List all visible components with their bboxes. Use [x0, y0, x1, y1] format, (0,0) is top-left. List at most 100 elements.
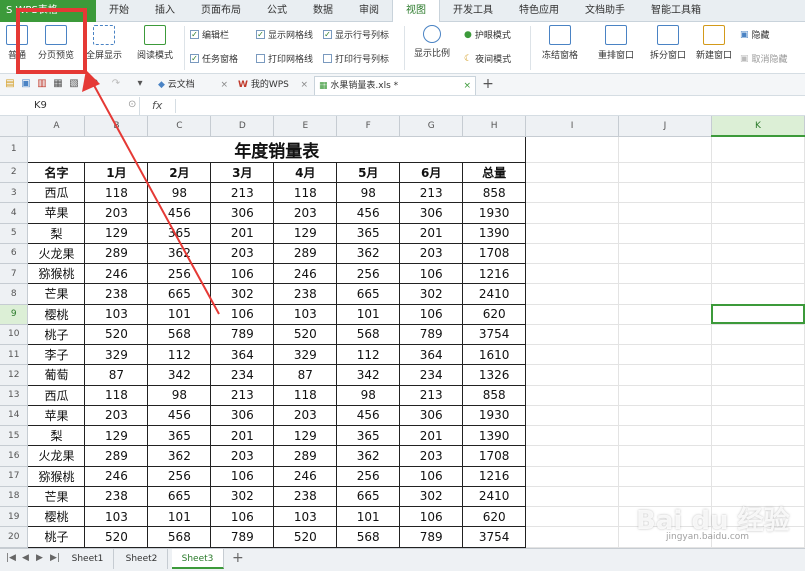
row-header[interactable]: 3	[0, 182, 29, 204]
tab-features[interactable]: 特色应用	[506, 0, 572, 22]
row-header[interactable]: 20	[0, 526, 29, 548]
arrange-windows-button[interactable]: 重排窗口	[590, 25, 642, 61]
value-cell[interactable]: 103	[273, 303, 338, 325]
value-cell[interactable]: 789	[399, 526, 464, 548]
tab-smart-toolbox[interactable]: 智能工具箱	[638, 0, 714, 22]
fruit-name-cell[interactable]: 猕猴桃	[27, 262, 86, 285]
value-cell[interactable]: 456	[336, 404, 401, 427]
eye-protection-button[interactable]: ● 护眼模式	[464, 28, 511, 42]
fruit-name-cell[interactable]: 樱桃	[27, 303, 86, 325]
cell[interactable]	[711, 405, 805, 427]
value-cell[interactable]: 101	[147, 303, 212, 325]
value-cell[interactable]: 362	[147, 242, 212, 265]
reading-mode-button[interactable]: 阅读模式	[130, 25, 180, 61]
value-cell[interactable]: 201	[399, 222, 464, 244]
selected-cell-k9[interactable]	[711, 304, 805, 325]
fruit-name-cell[interactable]: 李子	[27, 343, 86, 366]
row-header[interactable]: 7	[0, 263, 29, 285]
close-icon[interactable]: ×	[220, 76, 228, 94]
value-cell[interactable]: 789	[399, 323, 464, 346]
show-row-col-headers-checkbox[interactable]: ✓ 显示行号列标	[323, 28, 389, 41]
cell[interactable]	[525, 486, 620, 508]
value-cell[interactable]: 568	[147, 323, 212, 346]
value-cell[interactable]: 1708	[462, 445, 527, 467]
value-cell[interactable]: 365	[147, 222, 212, 244]
value-cell[interactable]: 342	[147, 364, 212, 386]
first-sheet-icon[interactable]: |◀	[6, 553, 16, 563]
fruit-name-cell[interactable]: 樱桃	[27, 505, 86, 528]
value-cell[interactable]: 213	[399, 384, 464, 406]
sheet-tab-sheet2[interactable]: Sheet2	[116, 549, 168, 569]
value-cell[interactable]: 101	[336, 303, 401, 325]
cell[interactable]	[711, 263, 805, 285]
column-header-b[interactable]: B	[84, 116, 149, 137]
new-tab-plus-icon[interactable]: +	[482, 77, 494, 91]
value-cell[interactable]: 665	[336, 283, 401, 305]
unhide-window-button[interactable]: ▣ 取消隐藏	[740, 52, 788, 66]
cell[interactable]	[711, 466, 805, 487]
row-header[interactable]: 13	[0, 385, 29, 406]
column-header-g[interactable]: G	[399, 116, 464, 137]
cell[interactable]	[525, 445, 620, 467]
column-label[interactable]: 6月	[399, 161, 464, 184]
value-cell[interactable]: 213	[399, 181, 464, 204]
sheet-title[interactable]: 年度销量表	[27, 136, 527, 163]
fruit-name-cell[interactable]: 火龙果	[27, 242, 86, 265]
column-header-c[interactable]: C	[147, 116, 212, 137]
value-cell[interactable]: 213	[210, 384, 275, 406]
column-header-j[interactable]: J	[618, 116, 712, 137]
value-cell[interactable]: 1216	[462, 465, 527, 487]
value-cell[interactable]: 306	[399, 404, 464, 427]
column-label[interactable]: 总量	[462, 161, 527, 184]
tab-view[interactable]: 视图	[392, 0, 440, 22]
tab-data[interactable]: 数据	[300, 0, 346, 22]
value-cell[interactable]: 1610	[462, 343, 527, 366]
value-cell[interactable]: 568	[147, 526, 212, 548]
row-header[interactable]: 10	[0, 324, 29, 346]
select-all-corner[interactable]	[0, 116, 29, 137]
value-cell[interactable]: 129	[273, 424, 338, 447]
value-cell[interactable]: 289	[84, 445, 149, 467]
cell[interactable]	[618, 136, 712, 163]
sheet-tab-sheet1[interactable]: Sheet1	[62, 549, 114, 569]
row-header[interactable]: 19	[0, 506, 29, 528]
value-cell[interactable]: 118	[273, 181, 338, 204]
cell[interactable]	[525, 243, 620, 265]
cell[interactable]	[618, 283, 712, 305]
column-label[interactable]: 1月	[84, 161, 149, 184]
close-icon[interactable]: ×	[300, 76, 308, 94]
value-cell[interactable]: 98	[336, 384, 401, 406]
cell[interactable]	[525, 526, 620, 548]
tab-developer[interactable]: 开发工具	[440, 0, 506, 22]
value-cell[interactable]: 329	[273, 343, 338, 366]
value-cell[interactable]: 306	[399, 202, 464, 224]
value-cell[interactable]: 118	[84, 384, 149, 406]
value-cell[interactable]: 246	[84, 262, 149, 285]
fruit-name-cell[interactable]: 桃子	[27, 526, 86, 548]
column-header-i[interactable]: I	[525, 116, 620, 137]
print-preview-icon[interactable]: ▧	[68, 78, 80, 90]
value-cell[interactable]: 1390	[462, 424, 527, 447]
fruit-name-cell[interactable]: 芒果	[27, 485, 86, 508]
value-cell[interactable]: 103	[273, 505, 338, 528]
column-header-k[interactable]: K	[711, 116, 805, 138]
value-cell[interactable]: 112	[147, 343, 212, 366]
cell[interactable]	[618, 223, 712, 244]
cell[interactable]	[618, 344, 712, 366]
value-cell[interactable]: 203	[273, 202, 338, 224]
column-label[interactable]: 3月	[210, 161, 275, 184]
dropdown-icon[interactable]: ▾	[134, 78, 146, 90]
full-screen-button[interactable]: 全屏显示	[82, 25, 126, 61]
cell[interactable]	[711, 344, 805, 366]
value-cell[interactable]: 620	[462, 505, 527, 528]
cell[interactable]	[711, 223, 805, 244]
value-cell[interactable]: 289	[273, 242, 338, 265]
value-cell[interactable]: 106	[399, 505, 464, 528]
cell[interactable]	[711, 364, 805, 386]
value-cell[interactable]: 238	[84, 485, 149, 508]
cell[interactable]	[618, 162, 712, 184]
freeze-panes-button[interactable]: 冻结窗格	[534, 25, 586, 61]
undo-icon[interactable]: ↶	[88, 78, 100, 90]
cell[interactable]	[618, 425, 712, 447]
tab-formula[interactable]: 公式	[254, 0, 300, 22]
